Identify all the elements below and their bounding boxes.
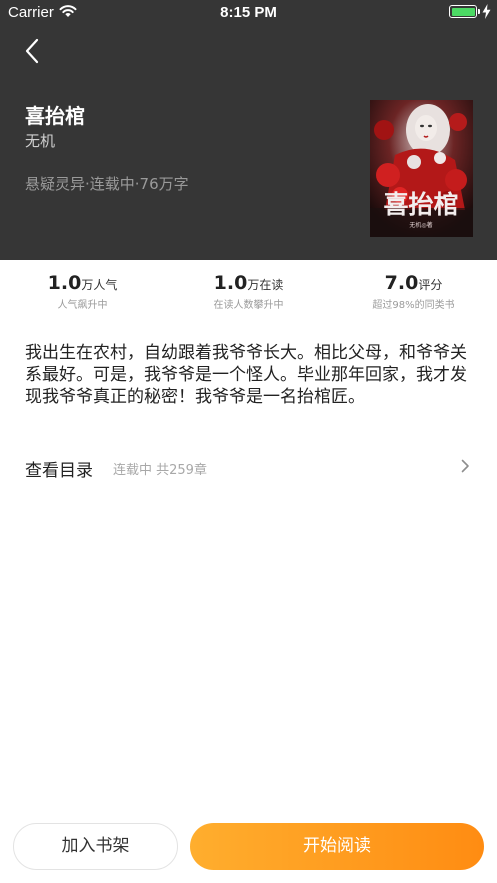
toc-label: 查看目录: [25, 461, 93, 481]
stat-readers-caption: 在读人数攀升中: [213, 300, 284, 311]
book-stats: 1.0万人气 人气飙升中 1.0万在读 在读人数攀升中 7.0评分 超过98%的…: [0, 260, 497, 322]
battery-icon: [449, 5, 477, 18]
book-cover-art: 喜抬棺 无机◎著: [370, 100, 473, 237]
status-time: 8:15 PM: [220, 4, 277, 21]
chevron-right-icon: [461, 459, 469, 473]
stat-rating-value: 7.0: [384, 272, 419, 294]
status-bar: Carrier 8:15 PM: [0, 0, 497, 26]
stat-rating-unit: 评分: [418, 278, 443, 292]
book-author: 无机: [25, 132, 56, 150]
back-button[interactable]: [18, 36, 48, 66]
stat-rating-caption: 超过98%的同类书: [372, 300, 455, 311]
book-description: 我出生在农村，自幼跟着我爷爷长大。相比父母，和爷爷关系最好。可是，我爷爷是一个怪…: [25, 343, 467, 407]
battery-tip: [478, 9, 480, 14]
cover-title-text: 喜抬棺: [383, 190, 458, 219]
book-cover[interactable]: 喜抬棺 无机◎著: [370, 100, 473, 237]
start-reading-button[interactable]: 开始阅读: [190, 823, 484, 870]
stat-popularity: 1.0万人气 人气飙升中: [0, 272, 165, 311]
toc-status: 连载中 共259章: [113, 463, 207, 478]
book-header: Carrier 8:15 PM 喜抬棺 无机 悬疑灵异·连载中·76万字 喜抬棺…: [0, 0, 497, 260]
stat-popularity-unit: 万人气: [81, 278, 118, 292]
table-of-contents-row[interactable]: 查看目录 连载中 共259章: [0, 446, 497, 486]
charging-bolt-icon: [482, 4, 491, 19]
add-to-bookshelf-button[interactable]: 加入书架: [13, 823, 178, 870]
book-title: 喜抬棺: [25, 104, 85, 128]
stat-readers-unit: 万在读: [247, 278, 284, 292]
stat-popularity-value: 1.0: [47, 272, 82, 294]
stat-readers-value: 1.0: [213, 272, 248, 294]
stat-rating: 7.0评分 超过98%的同类书: [331, 272, 496, 311]
book-meta: 悬疑灵异·连载中·76万字: [25, 175, 189, 193]
cover-author-text: 无机◎著: [409, 221, 432, 229]
stat-popularity-caption: 人气飙升中: [57, 300, 108, 311]
stat-readers: 1.0万在读 在读人数攀升中: [166, 272, 331, 311]
